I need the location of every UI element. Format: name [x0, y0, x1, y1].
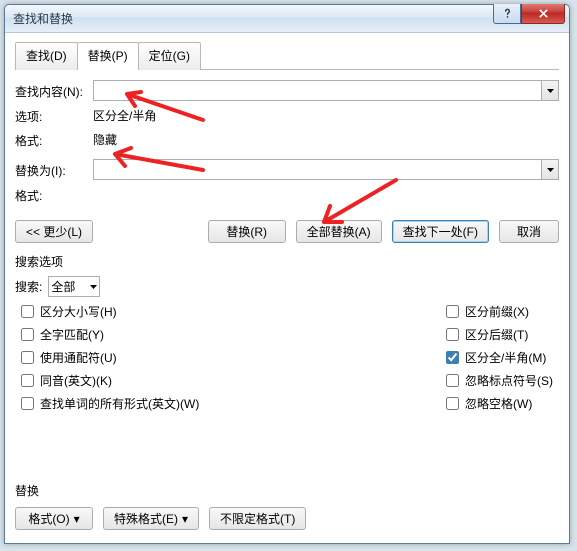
footer-label: 替换: [15, 482, 559, 499]
find-format-label: 格式:: [15, 130, 93, 149]
replace-input[interactable]: [93, 159, 542, 180]
replace-dropdown-button[interactable]: [542, 159, 559, 180]
options-label: 选项:: [15, 106, 93, 125]
tab-strip: 查找(D) 替换(P) 定位(G): [15, 41, 559, 70]
match-prefix-checkbox[interactable]: 区分前缀(X): [446, 303, 553, 320]
ignore-space-checkbox[interactable]: 忽略空格(W): [446, 395, 553, 412]
search-direction-select[interactable]: 全部: [48, 276, 100, 297]
find-next-button[interactable]: 查找下一处(F): [392, 220, 489, 243]
close-button[interactable]: [521, 4, 565, 24]
help-button[interactable]: [493, 4, 521, 24]
word-forms-checkbox[interactable]: 查找单词的所有形式(英文)(W): [21, 395, 199, 412]
search-options-header: 搜索选项: [15, 253, 559, 270]
sounds-like-checkbox[interactable]: 同音(英文)(K): [21, 372, 199, 389]
dialog-window: 查找和替换 查找(D) 替换(P) 定位(G) 查找内容(N): 选项: 区分全…: [4, 4, 570, 544]
format-menu-button[interactable]: 格式(O)▾: [15, 507, 93, 530]
less-options-button[interactable]: << 更少(L): [15, 220, 93, 243]
replace-all-button[interactable]: 全部替换(A): [296, 220, 382, 243]
whole-word-checkbox[interactable]: 全字匹配(Y): [21, 326, 199, 343]
cancel-button[interactable]: 取消: [499, 220, 559, 243]
wildcard-checkbox[interactable]: 使用通配符(U): [21, 349, 199, 366]
ignore-punct-checkbox[interactable]: 忽略标点符号(S): [446, 372, 553, 389]
find-format-value: 隐藏: [93, 131, 117, 148]
options-value: 区分全/半角: [93, 107, 156, 124]
match-suffix-checkbox[interactable]: 区分后缀(T): [446, 326, 553, 343]
replace-format-label: 格式:: [15, 185, 93, 204]
special-menu-button[interactable]: 特殊格式(E)▾: [103, 507, 199, 530]
titlebar[interactable]: 查找和替换: [5, 5, 569, 33]
tab-find[interactable]: 查找(D): [15, 42, 78, 70]
full-half-width-checkbox[interactable]: 区分全/半角(M): [446, 349, 553, 366]
find-label: 查找内容(N):: [15, 81, 93, 100]
find-input[interactable]: [93, 80, 542, 101]
match-case-checkbox[interactable]: 区分大小写(H): [21, 303, 199, 320]
find-dropdown-button[interactable]: [542, 80, 559, 101]
search-direction-label: 搜索:: [15, 278, 42, 295]
no-format-button[interactable]: 不限定格式(T): [209, 507, 306, 530]
tab-goto[interactable]: 定位(G): [138, 42, 201, 70]
replace-label: 替换为(I):: [15, 160, 93, 179]
window-title: 查找和替换: [13, 10, 73, 27]
tab-replace[interactable]: 替换(P): [77, 42, 139, 70]
replace-button[interactable]: 替换(R): [208, 220, 286, 243]
